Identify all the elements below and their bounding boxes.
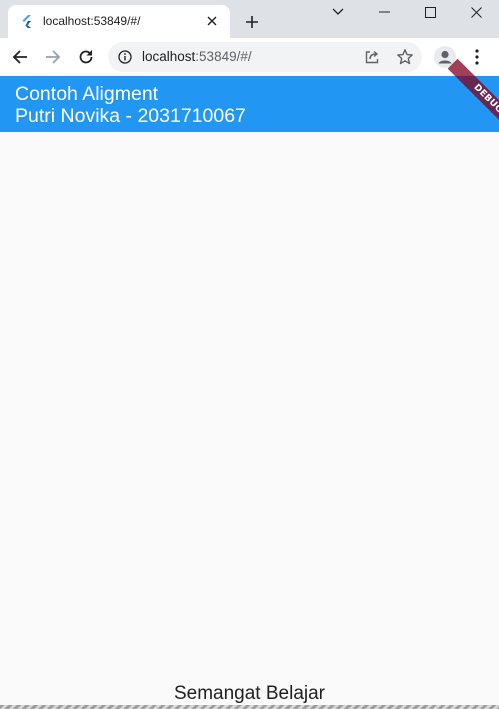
new-tab-icon[interactable] <box>240 10 264 34</box>
url-text: localhost:53849/#/ <box>142 49 252 64</box>
overflow-indicator <box>0 705 499 709</box>
url-path: :53849/#/ <box>195 49 252 64</box>
browser-tab-strip: localhost:53849/#/ <box>0 0 499 38</box>
bottom-aligned-text: Semangat Belajar <box>173 683 326 704</box>
address-bar[interactable]: localhost:53849/#/ <box>108 42 422 72</box>
app-bar: Contoh Aligment Putri Novika - 203171006… <box>0 76 499 132</box>
tab-search-chevron-icon[interactable] <box>315 0 361 24</box>
app-body: Semangat Belajar <box>0 132 499 709</box>
browser-tab[interactable]: localhost:53849/#/ <box>8 5 230 38</box>
share-icon[interactable] <box>364 49 380 65</box>
maximize-window-icon[interactable] <box>407 0 453 24</box>
browser-menu-kebab-icon[interactable] <box>464 44 490 70</box>
forward-arrow-icon[interactable] <box>40 44 66 70</box>
url-host: localhost <box>142 49 196 64</box>
flutter-favicon-icon <box>22 15 31 28</box>
site-info-icon[interactable] <box>118 50 132 64</box>
minimize-window-icon[interactable] <box>361 0 407 24</box>
back-arrow-icon[interactable] <box>7 44 33 70</box>
bookmark-star-icon[interactable] <box>396 48 414 66</box>
close-window-icon[interactable] <box>453 0 499 24</box>
app-bar-title: Contoh Aligment Putri Novika - 203171006… <box>15 83 246 127</box>
reload-icon[interactable] <box>73 44 99 70</box>
browser-toolbar: localhost:53849/#/ <box>0 38 499 76</box>
close-tab-icon[interactable] <box>204 13 220 29</box>
tab-title: localhost:53849/#/ <box>43 14 141 28</box>
